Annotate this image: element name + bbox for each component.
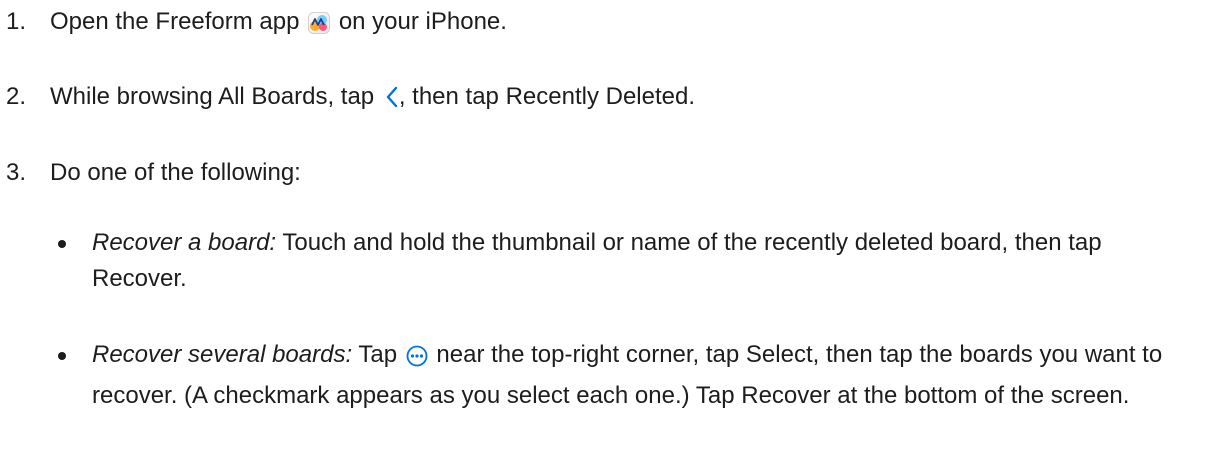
step-text-before: While browsing All Boards, tap bbox=[50, 83, 375, 110]
bullet-item-recover-board: Recover a board: Touch and hold the thum… bbox=[58, 225, 1202, 297]
step-number: 1. bbox=[6, 8, 27, 35]
bullet-title: Recover several boards: bbox=[92, 341, 353, 368]
step-number: 2. bbox=[6, 83, 27, 110]
step-3: 3. Do one of the following: bbox=[6, 155, 1197, 191]
chevron-left-icon bbox=[385, 84, 399, 120]
bullet-title: Recover a board: bbox=[92, 229, 277, 256]
step-text-after: , then tap Recently Deleted. bbox=[398, 83, 696, 110]
step-1: 1. Open the Freeform app on your iPhone. bbox=[6, 4, 1197, 45]
step-text-before: Open the Freeform app bbox=[50, 8, 300, 35]
step-number: 3. bbox=[6, 159, 27, 186]
bullet-item-recover-several: Recover several boards: Tap near the top… bbox=[58, 337, 1202, 414]
bullet-text-before: Tap bbox=[358, 341, 398, 368]
freeform-app-icon bbox=[308, 9, 331, 45]
more-ellipsis-circle-icon bbox=[406, 342, 428, 378]
bullet-dot bbox=[58, 240, 66, 248]
step-text-after: on your iPhone. bbox=[338, 8, 507, 35]
step-2: 2. While browsing All Boards, tap , then … bbox=[6, 79, 1197, 120]
step-text: Do one of the following: bbox=[50, 159, 301, 186]
bullet-dot bbox=[58, 352, 66, 360]
